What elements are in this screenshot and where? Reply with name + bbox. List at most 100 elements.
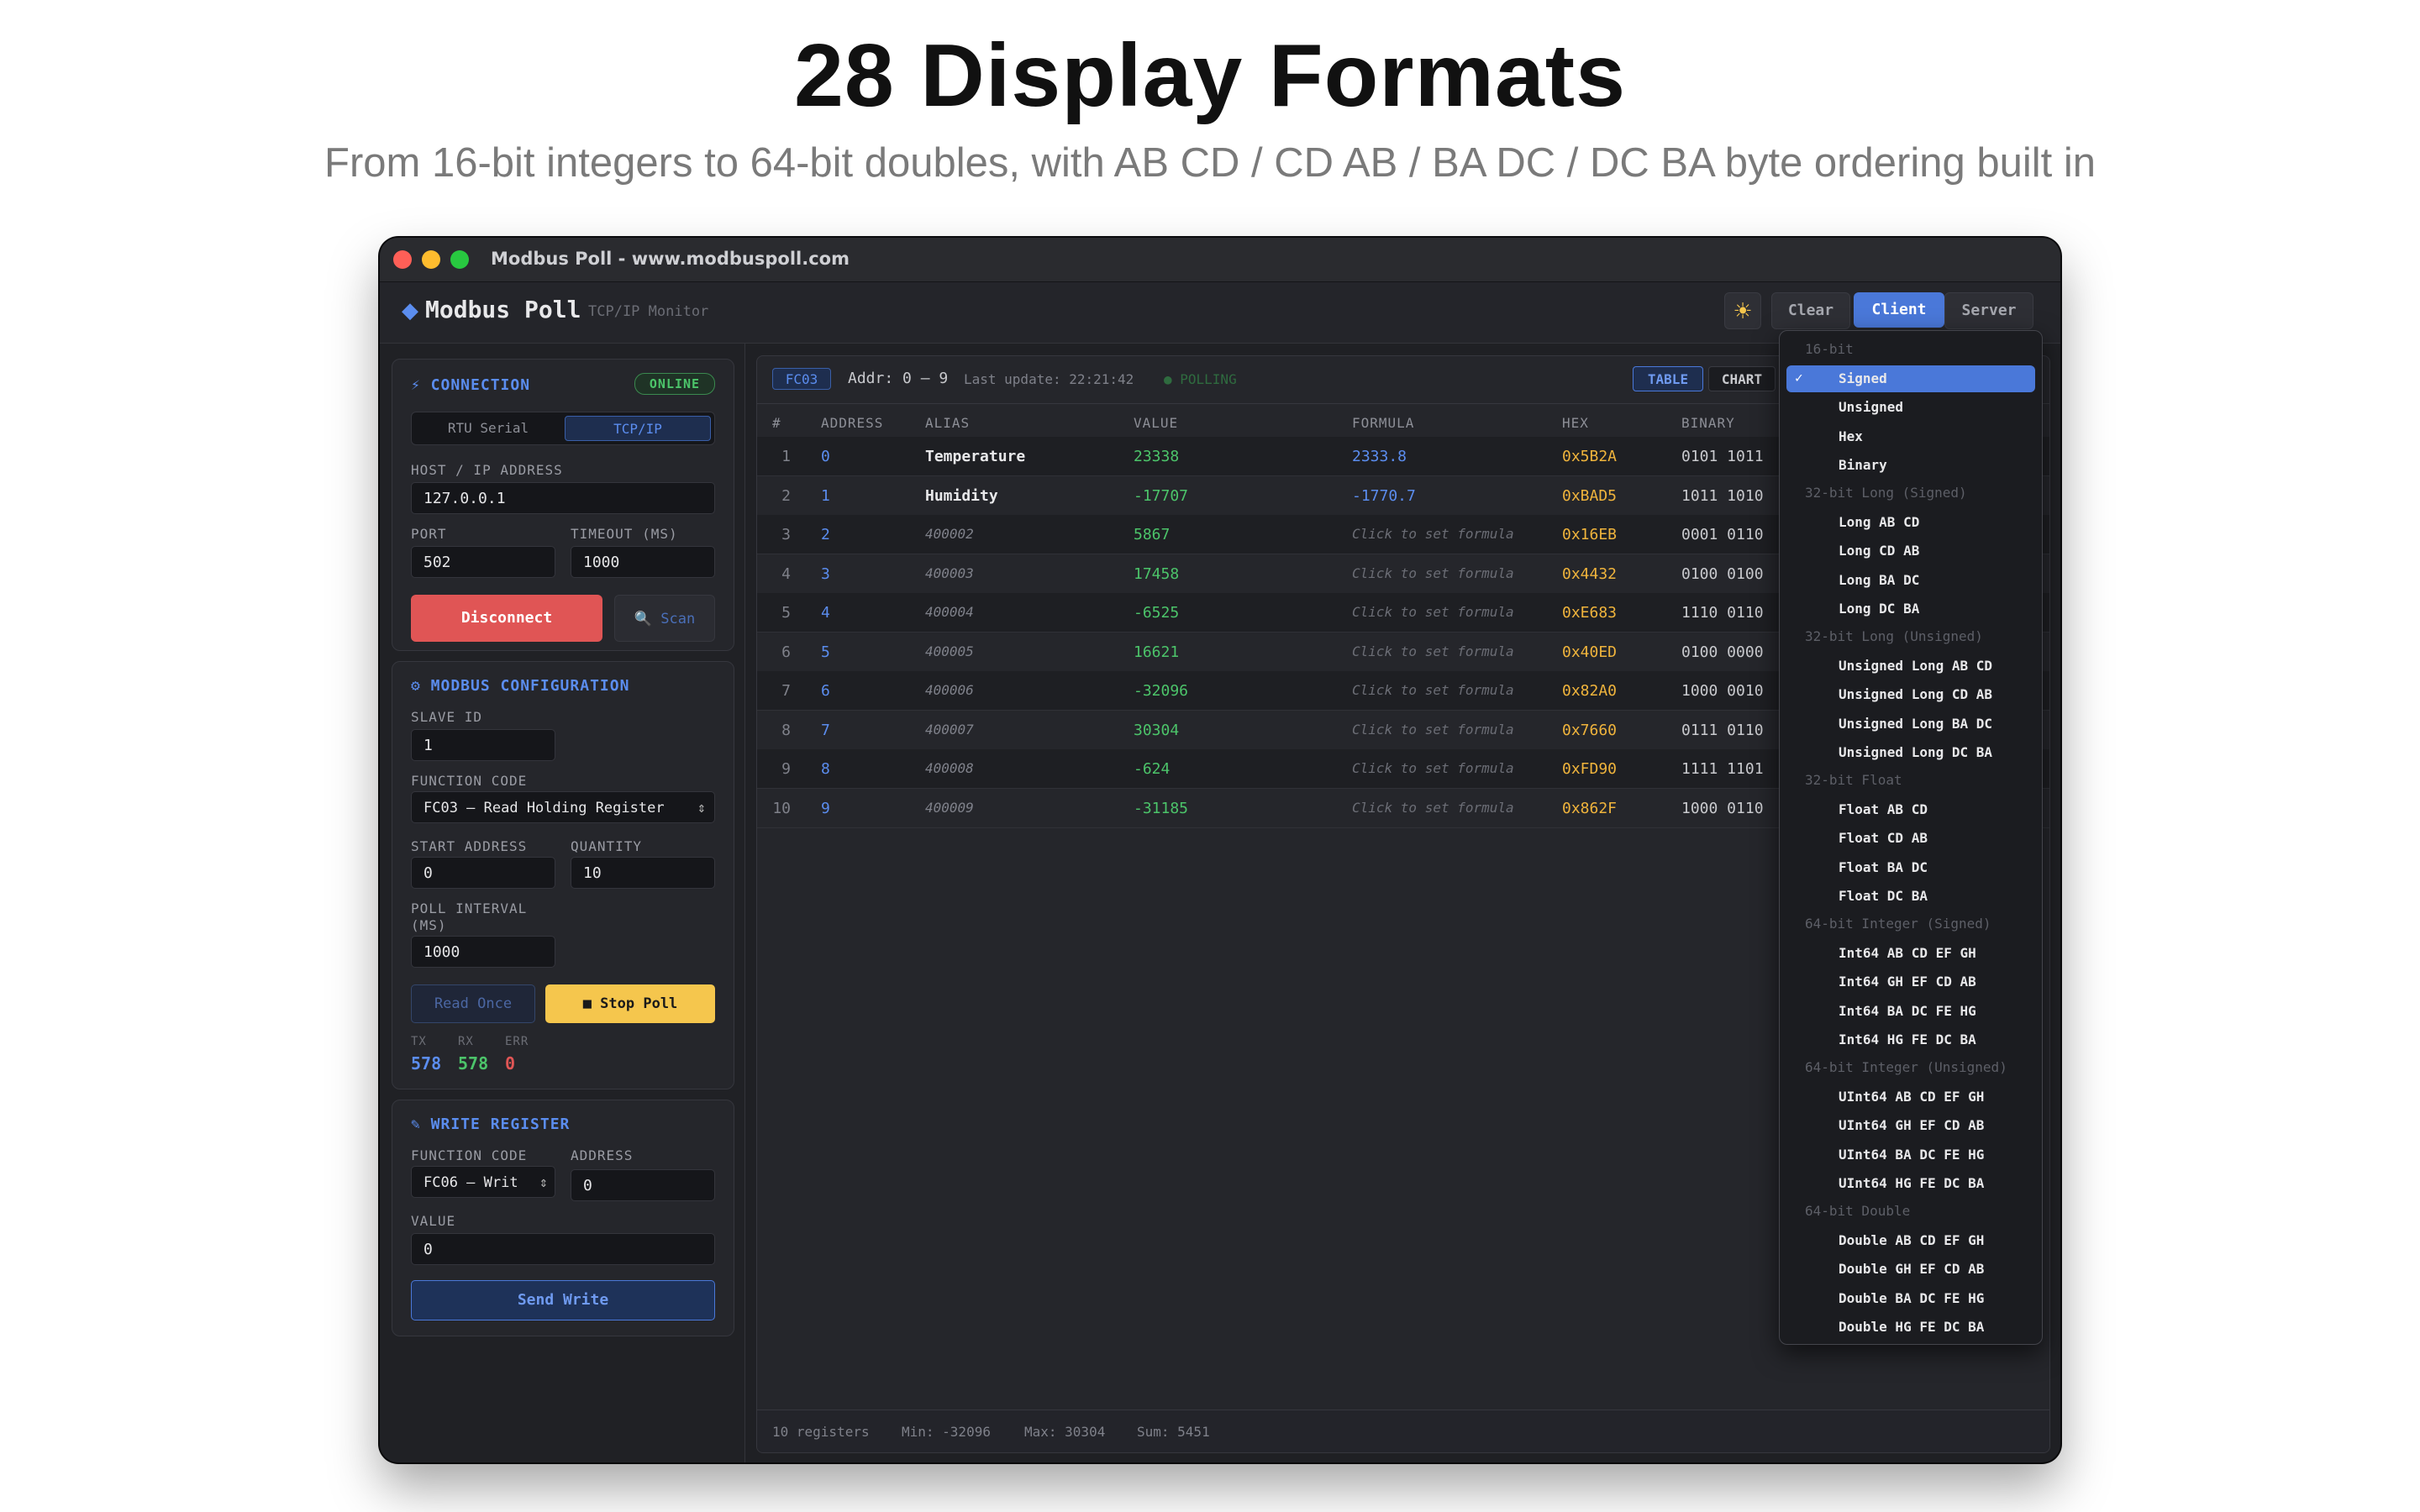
- close-window-button[interactable]: [393, 250, 412, 269]
- write-function-code-select[interactable]: FC06 — Writ ⇕: [411, 1166, 555, 1198]
- chevron-updown-icon: ⇕: [697, 800, 706, 816]
- format-option[interactable]: Double BA DC FE HG: [1786, 1285, 2035, 1312]
- poll-interval-input[interactable]: 1000: [411, 936, 555, 968]
- format-option[interactable]: Unsigned Long DC BA: [1786, 739, 2035, 766]
- format-option-label: Int64 GH EF CD AB: [1839, 974, 1976, 990]
- format-option[interactable]: ✓ Signed: [1786, 365, 2035, 393]
- server-mode-button[interactable]: Server: [1944, 292, 2033, 329]
- checkmark-icon: ✓: [1795, 370, 1803, 386]
- format-option-label: UInt64 HG FE DC BA: [1839, 1174, 1985, 1191]
- format-option[interactable]: Unsigned Long BA DC: [1786, 711, 2035, 738]
- format-option[interactable]: UInt64 HG FE DC BA: [1786, 1170, 2035, 1197]
- format-option[interactable]: Double HG FE DC BA: [1786, 1314, 2035, 1341]
- cell-formula[interactable]: Click to set formula: [1352, 604, 1514, 620]
- format-option[interactable]: UInt64 GH EF CD AB: [1786, 1112, 2035, 1139]
- minimize-window-button[interactable]: [422, 250, 440, 269]
- format-option[interactable]: Hex: [1786, 423, 2035, 450]
- sun-icon[interactable]: ☀: [1724, 292, 1761, 329]
- cell-alias[interactable]: Humidity: [925, 487, 998, 505]
- format-option[interactable]: Binary: [1786, 452, 2035, 479]
- host-input[interactable]: 127.0.0.1: [411, 482, 715, 514]
- cell-value: -32096: [1134, 682, 1189, 700]
- clear-button[interactable]: Clear: [1771, 292, 1850, 329]
- format-option-label: Double GH EF CD AB: [1839, 1261, 1985, 1278]
- format-option[interactable]: Double AB CD EF GH: [1786, 1227, 2035, 1254]
- cell-value: -624: [1134, 760, 1171, 778]
- write-function-code-value: FC06 — Writ: [424, 1174, 518, 1191]
- cell-formula[interactable]: Click to set formula: [1352, 565, 1514, 581]
- read-once-button[interactable]: Read Once: [411, 984, 535, 1023]
- format-option[interactable]: Float BA DC: [1786, 854, 2035, 881]
- client-mode-button[interactable]: Client: [1854, 292, 1944, 328]
- cell-alias[interactable]: 400007: [925, 722, 974, 738]
- format-option[interactable]: Unsigned Long AB CD: [1786, 653, 2035, 680]
- cell-index: 2: [781, 486, 791, 505]
- format-option[interactable]: Int64 AB CD EF GH: [1786, 940, 2035, 967]
- start-address-input[interactable]: 0: [411, 857, 555, 889]
- format-option[interactable]: Long DC BA: [1786, 596, 2035, 622]
- window-titlebar: Modbus Poll - www.modbuspoll.com: [380, 238, 2060, 282]
- cell-alias[interactable]: 400009: [925, 800, 974, 816]
- format-option[interactable]: Unsigned Long CD AB: [1786, 681, 2035, 708]
- zoom-window-button[interactable]: [450, 250, 469, 269]
- format-option[interactable]: Double GH EF CD AB: [1786, 1256, 2035, 1283]
- timeout-input[interactable]: 1000: [571, 546, 715, 578]
- cell-alias[interactable]: 400006: [925, 682, 974, 698]
- cell-binary: 1000 0010: [1681, 682, 1764, 700]
- disconnect-button[interactable]: Disconnect: [411, 595, 602, 642]
- write-value-input[interactable]: 0: [411, 1233, 715, 1265]
- tab-tcp-ip[interactable]: TCP/IP: [565, 416, 711, 441]
- format-option[interactable]: Long BA DC: [1786, 567, 2035, 594]
- format-option[interactable]: UInt64 AB CD EF GH: [1786, 1084, 2035, 1110]
- chart-view-button[interactable]: CHART: [1708, 366, 1776, 391]
- stop-poll-button[interactable]: ■ Stop Poll: [545, 984, 715, 1023]
- rx-label: RX: [458, 1035, 474, 1048]
- function-code-select[interactable]: FC03 — Read Holding Register ⇕: [411, 791, 715, 823]
- cell-alias[interactable]: 400004: [925, 604, 974, 620]
- format-option[interactable]: Int64 BA DC FE HG: [1786, 998, 2035, 1025]
- cell-alias[interactable]: 400003: [925, 565, 974, 581]
- cell-alias[interactable]: 400005: [925, 643, 974, 659]
- cell-formula[interactable]: 2333.8: [1352, 448, 1407, 465]
- cell-alias[interactable]: Temperature: [925, 448, 1025, 465]
- format-option[interactable]: Int64 GH EF CD AB: [1786, 969, 2035, 995]
- scan-button[interactable]: 🔍 Scan: [614, 595, 715, 642]
- format-option[interactable]: Float AB CD: [1786, 796, 2035, 823]
- cell-formula[interactable]: -1770.7: [1352, 487, 1416, 505]
- modbus-config-title: ⚙ MODBUS CONFIGURATION: [411, 677, 630, 695]
- last-update: Last update: 22:21:42: [964, 371, 1134, 387]
- format-option[interactable]: Long AB CD: [1786, 509, 2035, 536]
- tab-rtu-serial[interactable]: RTU Serial: [415, 416, 561, 441]
- format-option[interactable]: UInt64 BA DC FE HG: [1786, 1142, 2035, 1168]
- send-write-button[interactable]: Send Write: [411, 1280, 715, 1320]
- cell-alias[interactable]: 400002: [925, 526, 974, 542]
- err-label: ERR: [505, 1035, 529, 1048]
- format-option[interactable]: Float DC BA: [1786, 883, 2035, 910]
- cell-index: 10: [772, 799, 791, 817]
- format-option[interactable]: Float CD AB: [1786, 825, 2035, 852]
- col-header-alias: ALIAS: [925, 415, 971, 431]
- cell-alias[interactable]: 400008: [925, 760, 974, 776]
- write-value-label: VALUE: [411, 1213, 456, 1229]
- format-option-label: Hex: [1839, 428, 1863, 444]
- err-count: 0: [505, 1053, 516, 1074]
- slave-id-input[interactable]: 1: [411, 729, 555, 761]
- cell-formula[interactable]: Click to set formula: [1352, 526, 1514, 542]
- cell-formula[interactable]: Click to set formula: [1352, 682, 1514, 698]
- port-input[interactable]: 502: [411, 546, 555, 578]
- cell-formula[interactable]: Click to set formula: [1352, 722, 1514, 738]
- format-option[interactable]: Unsigned: [1786, 394, 2035, 421]
- cell-address: 5: [821, 643, 830, 661]
- scan-label: Scan: [660, 611, 696, 627]
- format-group-header: 64-bit Integer (Signed): [1805, 916, 1991, 932]
- table-view-button[interactable]: TABLE: [1633, 366, 1703, 391]
- format-option[interactable]: Int64 HG FE DC BA: [1786, 1026, 2035, 1053]
- cell-formula[interactable]: Click to set formula: [1352, 760, 1514, 776]
- write-address-input[interactable]: 0: [571, 1169, 715, 1201]
- cell-binary: 0101 1011: [1681, 448, 1764, 465]
- cell-formula[interactable]: Click to set formula: [1352, 643, 1514, 659]
- cell-formula[interactable]: Click to set formula: [1352, 800, 1514, 816]
- format-option[interactable]: Long CD AB: [1786, 538, 2035, 564]
- table-footer: 10 registers Min: -32096 Max: 30304 Sum:…: [757, 1410, 2049, 1452]
- quantity-input[interactable]: 10: [571, 857, 715, 889]
